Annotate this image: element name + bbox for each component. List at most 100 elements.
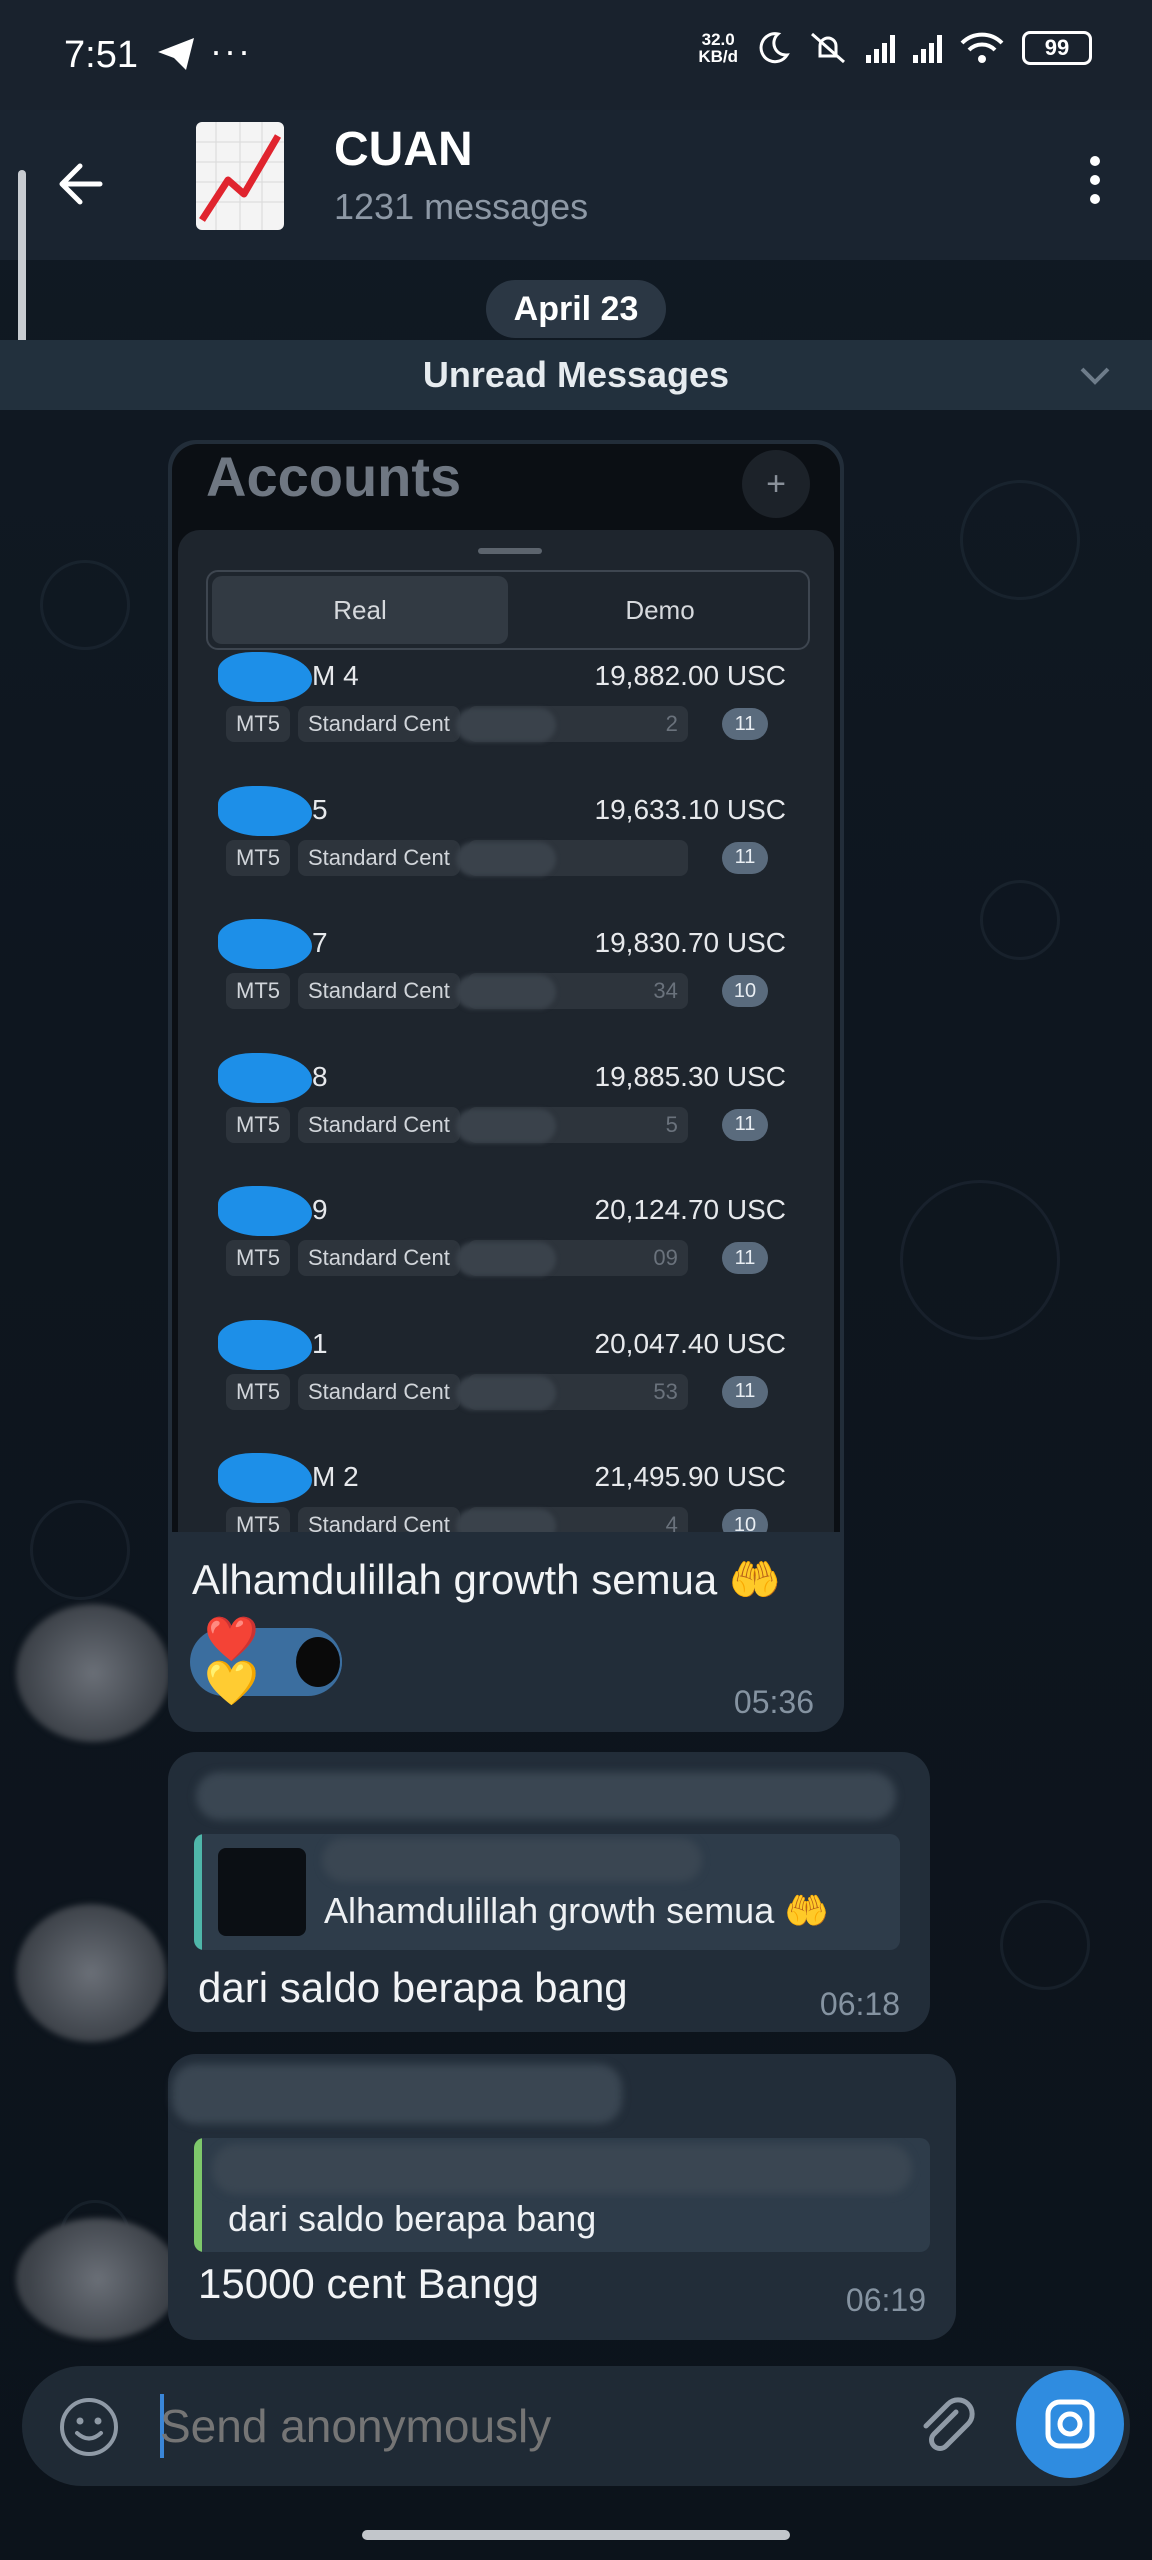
redaction <box>456 1509 556 1532</box>
message-text: dari saldo berapa bang <box>198 1964 628 2011</box>
platform-tag: MT5 <box>226 1507 290 1532</box>
account-balance: 20,124.70 USC <box>594 1194 786 1225</box>
leverage-badge: 11 <box>722 1108 768 1141</box>
status-time: 7:51 <box>64 34 138 76</box>
leverage-badge: 10 <box>722 975 768 1007</box>
message-time: 06:19 <box>845 2282 926 2318</box>
message-text: 15000 cent Bangg <box>198 2260 539 2307</box>
account-name: M 2 <box>312 1461 359 1492</box>
signal-icon <box>866 33 895 63</box>
avatar[interactable] <box>16 1604 170 1742</box>
redaction <box>218 919 312 969</box>
reaction-chip[interactable]: ❤️💛 <box>190 1618 342 1706</box>
chat-header: CUAN 1231 messages <box>0 110 1152 260</box>
avatar[interactable] <box>16 1904 166 2042</box>
redaction <box>218 1186 312 1236</box>
speed-value: 32.0 <box>701 30 735 49</box>
message-count: 1231 messages <box>334 186 589 227</box>
account-id-tail: 34 <box>653 978 678 1003</box>
screenshot-image[interactable]: Accounts + Real Demo M 4 19,882.00 USC MT5… <box>172 444 840 1532</box>
accounts-sheet: Real Demo M 4 19,882.00 USC MT5 Standard Ce… <box>178 530 834 1532</box>
account-id-tail: 2 <box>665 711 678 736</box>
account-row: 819,885.30 USCMT5Standard Cent#511 <box>218 1052 786 1165</box>
account-name: 9 <box>312 1194 328 1225</box>
avatar[interactable] <box>16 2218 180 2340</box>
paperclip-icon[interactable] <box>910 2390 982 2462</box>
chat-avatar[interactable] <box>196 122 284 230</box>
message-bubble[interactable]: Accounts + Real Demo M 4 19,882.00 USC MT5… <box>168 440 844 1732</box>
type-tag: Standard Cent <box>298 1240 460 1276</box>
redaction <box>456 1108 556 1143</box>
leverage-badge: 11 <box>722 1375 768 1408</box>
wifi-icon <box>960 32 1004 63</box>
redaction <box>456 841 556 876</box>
message-text: Alhamdulillah growth semua 🤲 <box>192 1556 782 1603</box>
type-tag: Standard Cent <box>298 1106 460 1143</box>
redaction <box>218 1453 312 1503</box>
more-notifications: ··· <box>210 30 252 71</box>
composer <box>22 2366 1130 2486</box>
message-time: 06:18 <box>819 1986 900 2022</box>
plus-icon: + <box>742 450 810 518</box>
platform-tag: MT5 <box>226 973 290 1009</box>
redaction <box>456 708 556 742</box>
type-tag: Standard Cent <box>298 839 460 876</box>
account-name: M 4 <box>312 660 359 691</box>
camera-button[interactable] <box>1016 2370 1124 2478</box>
quote-thumbnail <box>218 1848 306 1936</box>
platform-tag: MT5 <box>226 706 290 742</box>
chat-title[interactable]: CUAN <box>334 122 473 177</box>
speed-unit: KB/d <box>698 47 738 66</box>
type-tag: Standard Cent <box>298 706 460 742</box>
quote-sender <box>322 1838 702 1882</box>
account-type-tabs: Real Demo <box>206 570 810 650</box>
reply-quote[interactable]: Alhamdulillah growth semua 🤲 <box>194 1834 900 1950</box>
signal-icon-2 <box>913 33 942 63</box>
account-row: M 419,882.00 USCMT5Standard Cent#211 <box>218 652 786 764</box>
battery-indicator: 99 <box>1022 31 1092 65</box>
quote-text: Alhamdulillah growth semua 🤲 <box>324 1890 830 1931</box>
platform-tag: MT5 <box>226 1106 290 1143</box>
type-tag: Standard Cent <box>298 973 460 1009</box>
account-row: 519,633.10 USCMT5Standard Cent#11 <box>218 785 786 898</box>
more-vertical-icon[interactable] <box>1080 150 1110 210</box>
quote-bar <box>194 2138 202 2252</box>
reply-quote[interactable]: dari saldo berapa bang <box>194 2138 930 2252</box>
account-balance: 19,885.30 USC <box>594 1060 786 1092</box>
tab-demo: Demo <box>625 594 695 625</box>
message-bubble[interactable]: Alhamdulillah growth semua 🤲 dari saldo … <box>168 1752 930 2032</box>
leverage-badge: 10 <box>722 1509 768 1532</box>
chevron-down-icon[interactable] <box>1078 358 1112 392</box>
leverage-badge: 11 <box>722 841 768 874</box>
network-speed: 32.0 KB/d <box>698 31 738 65</box>
mute-bell-icon <box>811 32 845 64</box>
quote-bar <box>194 1834 202 1950</box>
quote-sender <box>212 2144 912 2194</box>
account-balance: 19,882.00 USC <box>594 660 786 691</box>
account-name: 1 <box>312 1327 328 1359</box>
leverage-badge: 11 <box>722 708 768 740</box>
quote-text: dari saldo berapa bang <box>228 2198 597 2239</box>
account-balance: 19,633.10 USC <box>594 793 786 825</box>
message-time: 05:36 <box>733 1684 814 1720</box>
back-arrow-icon[interactable] <box>52 154 112 214</box>
telegram-icon <box>158 38 194 70</box>
message-bubble[interactable]: dari saldo berapa bang 15000 cent Bangg … <box>168 2054 956 2340</box>
redaction <box>456 1375 556 1410</box>
account-row: 120,047.40 USCMT5Standard Cent#5311 <box>218 1319 786 1432</box>
account-balance: 21,495.90 USC <box>594 1461 786 1492</box>
platform-tag: MT5 <box>226 1240 290 1276</box>
account-row: M 221,495.90 USCMT5Standard Cent# 25410 <box>218 1453 786 1532</box>
unread-label: Unread Messages <box>422 354 730 395</box>
home-indicator[interactable] <box>362 2530 790 2540</box>
account-id-tail: 09 <box>653 1245 678 1270</box>
date-chip: April 23 <box>486 280 666 338</box>
platform-tag: MT5 <box>226 1373 290 1410</box>
redaction <box>218 1052 312 1103</box>
smile-icon[interactable] <box>58 2396 120 2458</box>
status-bar: 7:51 ··· 32.0 KB/d 99 <box>0 0 1152 110</box>
sender-name <box>172 2064 622 2124</box>
unread-messages-divider: Unread Messages <box>0 340 1152 410</box>
message-input[interactable] <box>160 2396 900 2456</box>
status-icons: 32.0 KB/d 99 <box>698 30 1092 66</box>
